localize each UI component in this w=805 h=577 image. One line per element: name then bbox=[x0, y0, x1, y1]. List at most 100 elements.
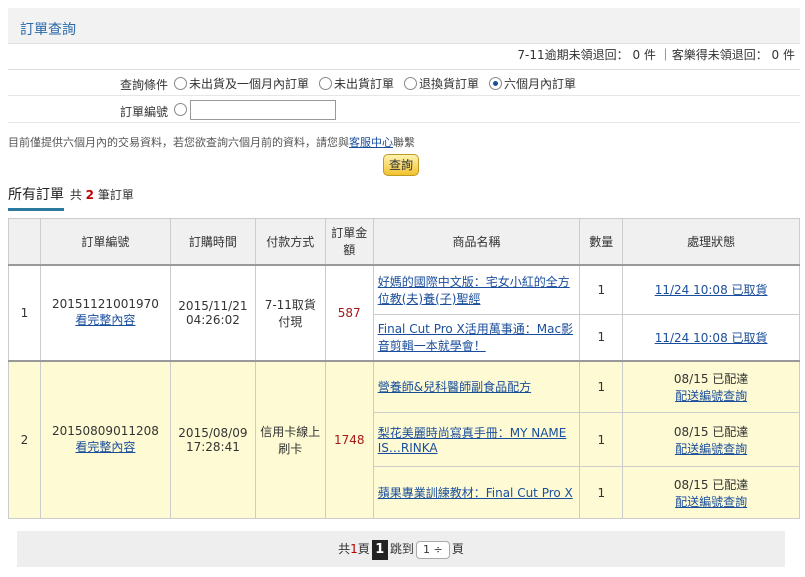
col-header-order-time: 訂購時間 bbox=[169, 218, 256, 265]
product-cell: 梨花美麗時尚寫真手冊：MY NAME IS…RINKA bbox=[372, 412, 581, 467]
radio-circle[interactable] bbox=[174, 77, 187, 90]
total-prefix: 共 bbox=[338, 542, 351, 556]
count-suffix: 筆訂單 bbox=[97, 188, 134, 202]
order-time-cell: 2015/11/21 04:26:02 bbox=[169, 263, 256, 361]
status-cell: 11/24 10:08 已取貨 bbox=[622, 314, 800, 361]
payment-method: 7-11取貨付現 bbox=[254, 263, 326, 361]
condition-row: 查詢條件 未出貨及一個月內訂單 未出貨訂單 退換貨訂單 六個月內訂單 bbox=[8, 70, 800, 96]
current-page-button[interactable]: 1 bbox=[371, 539, 388, 560]
page-select[interactable]: 1 ÷ bbox=[415, 540, 450, 559]
col-header-order-no: 訂單編號 bbox=[39, 218, 171, 265]
order-amount: 1748 bbox=[324, 359, 374, 519]
status-cell: 08/15 已配達 配送編號查詢 bbox=[622, 466, 800, 519]
table-header-row: 訂單編號 訂購時間 付款方式 訂單金額 商品名稱 數量 處理狀態 bbox=[8, 218, 800, 265]
radio-option[interactable]: 未出貨訂單 bbox=[319, 75, 394, 92]
order-index: 1 bbox=[8, 263, 41, 361]
status-cell: 08/15 已配達 配送編號查詢 bbox=[622, 359, 800, 413]
radio-option[interactable]: 退換貨訂單 bbox=[404, 75, 479, 92]
item-qty: 1 bbox=[579, 359, 624, 413]
orders-tab: 所有訂單 共 2 筆訂單 bbox=[8, 184, 134, 211]
page-title: 訂單查詢 bbox=[20, 22, 76, 38]
customer-service-link[interactable]: 客服中心 bbox=[349, 136, 393, 149]
col-header-index bbox=[8, 218, 41, 265]
product-cell: Final Cut Pro X活用萬事通：Mac影音剪輯一本就學會！ bbox=[372, 314, 581, 361]
product-cell: 營養師&兒科醫師副食品配方 bbox=[372, 359, 581, 413]
radio-option[interactable]: 未出貨及一個月內訂單 bbox=[174, 75, 309, 92]
notice-text: 目前僅提供六個月內的交易資料，若您欲查詢六個月前的資料，請您與客服中心聯繫 bbox=[8, 134, 415, 150]
product-cell: 蘋果專業訓練教材：Final Cut Pro X bbox=[372, 466, 581, 519]
product-link[interactable]: 好媽的國際中文版：宅女小紅的全方位教(夫)養(子)聖經 bbox=[378, 275, 570, 306]
product-link[interactable]: 蘋果專業訓練教材：Final Cut Pro X bbox=[378, 486, 573, 500]
order-time-cell: 2015/08/09 17:28:41 bbox=[169, 359, 256, 519]
radio-label[interactable]: 未出貨及一個月內訂單 bbox=[189, 75, 309, 92]
tracking-link[interactable]: 配送編號查詢 bbox=[675, 495, 747, 509]
radio-circle[interactable] bbox=[489, 77, 503, 90]
notice-suffix: 聯繫 bbox=[393, 136, 415, 149]
status-cell: 08/15 已配達 配送編號查詢 bbox=[622, 412, 800, 467]
product-link[interactable]: Final Cut Pro X活用萬事通：Mac影音剪輯一本就學會！ bbox=[378, 322, 573, 353]
orders-table: 訂單編號 訂購時間 付款方式 訂單金額 商品名稱 數量 處理狀態 1 20151… bbox=[8, 218, 800, 519]
view-detail-link[interactable]: 看完整內容 bbox=[75, 440, 135, 454]
status-link[interactable]: 11/24 10:08 已取貨 bbox=[655, 283, 768, 297]
radio-circle[interactable] bbox=[319, 77, 333, 90]
order-date: 2015/08/09 bbox=[178, 425, 248, 440]
radio-circle[interactable] bbox=[404, 77, 418, 90]
status-text: 08/15 已配達 bbox=[673, 477, 749, 492]
item-qty: 1 bbox=[579, 263, 624, 315]
status-text: 08/15 已配達 bbox=[673, 371, 749, 386]
status-text: 08/15 已配達 bbox=[673, 424, 749, 439]
query-button[interactable]: 查詢 bbox=[383, 154, 419, 176]
payment-method: 信用卡線上刷卡 bbox=[254, 359, 326, 519]
order-no-label: 訂單編號 bbox=[119, 105, 168, 119]
order-amount: 587 bbox=[324, 263, 374, 361]
total-pages: 1 bbox=[350, 542, 358, 556]
radio-option[interactable]: 六個月內訂單 bbox=[489, 75, 576, 92]
view-detail-link[interactable]: 看完整內容 bbox=[75, 313, 135, 327]
radio-label[interactable]: 六個月內訂單 bbox=[504, 75, 576, 92]
order-date: 2015/11/21 bbox=[178, 298, 248, 313]
notice-prefix: 目前僅提供六個月內的交易資料，若您欲查詢六個月前的資料，請您與 bbox=[8, 136, 349, 149]
col-header-qty: 數量 bbox=[579, 218, 624, 265]
item-qty: 1 bbox=[579, 466, 624, 519]
order-index: 2 bbox=[8, 359, 41, 519]
tab-all-orders[interactable]: 所有訂單 bbox=[8, 184, 64, 211]
col-header-payment: 付款方式 bbox=[254, 218, 326, 265]
order-no: 20150809011208 bbox=[51, 424, 159, 439]
table-row: 1 20151121001970 看完整內容 2015/11/21 04:26:… bbox=[8, 263, 800, 361]
product-link[interactable]: 營養師&兒科醫師副食品配方 bbox=[378, 380, 531, 394]
order-time: 17:28:41 bbox=[185, 439, 240, 454]
tracking-link[interactable]: 配送編號查詢 bbox=[675, 442, 747, 456]
col-header-status: 處理狀態 bbox=[622, 218, 800, 265]
count-number: 2 bbox=[85, 188, 95, 202]
item-qty: 1 bbox=[579, 314, 624, 361]
product-link[interactable]: 梨花美麗時尚寫真手冊：MY NAME IS…RINKA bbox=[378, 426, 567, 455]
total-suffix: 頁 bbox=[357, 542, 370, 556]
product-cell: 好媽的國際中文版：宅女小紅的全方位教(夫)養(子)聖經 bbox=[372, 263, 581, 315]
order-no-row: 訂單編號 bbox=[8, 97, 800, 123]
item-qty: 1 bbox=[579, 412, 624, 467]
radio-label[interactable]: 未出貨訂單 bbox=[334, 75, 394, 92]
status-cell: 11/24 10:08 已取貨 bbox=[622, 263, 800, 315]
order-no: 20151121001970 bbox=[51, 297, 159, 311]
condition-radio-group: 未出貨及一個月內訂單 未出貨訂單 退換貨訂單 六個月內訂單 bbox=[174, 75, 576, 92]
order-no-cell: 20150809011208 看完整內容 bbox=[39, 359, 171, 519]
jump-label: 跳到 bbox=[389, 542, 414, 556]
table-row: 2 20150809011208 看完整內容 2015/08/09 17:28:… bbox=[8, 359, 800, 519]
return-stats: 7-11逾期未領退回： 0 件 ｜客樂得未領退回： 0 件 bbox=[517, 48, 795, 62]
col-header-amount: 訂單金額 bbox=[324, 218, 374, 265]
tracking-link[interactable]: 配送編號查詢 bbox=[675, 389, 747, 403]
jump-suffix: 頁 bbox=[451, 542, 464, 556]
order-no-input[interactable] bbox=[190, 100, 336, 120]
condition-label: 查詢條件 bbox=[119, 78, 168, 92]
order-no-cell: 20151121001970 看完整內容 bbox=[39, 263, 171, 361]
col-header-product: 商品名稱 bbox=[372, 218, 581, 265]
pagination: 共1頁 1 跳到 1 ÷ 頁 bbox=[17, 531, 785, 567]
page-header: 訂單查詢 bbox=[8, 8, 800, 44]
count-prefix: 共 bbox=[69, 188, 82, 202]
radio-label[interactable]: 退換貨訂單 bbox=[419, 75, 479, 92]
radio-circle[interactable] bbox=[174, 103, 187, 116]
order-time: 04:26:02 bbox=[185, 312, 240, 327]
order-count: 共 2 筆訂單 bbox=[70, 188, 134, 202]
status-link[interactable]: 11/24 10:08 已取貨 bbox=[655, 331, 768, 345]
order-no-radio[interactable] bbox=[174, 103, 187, 116]
